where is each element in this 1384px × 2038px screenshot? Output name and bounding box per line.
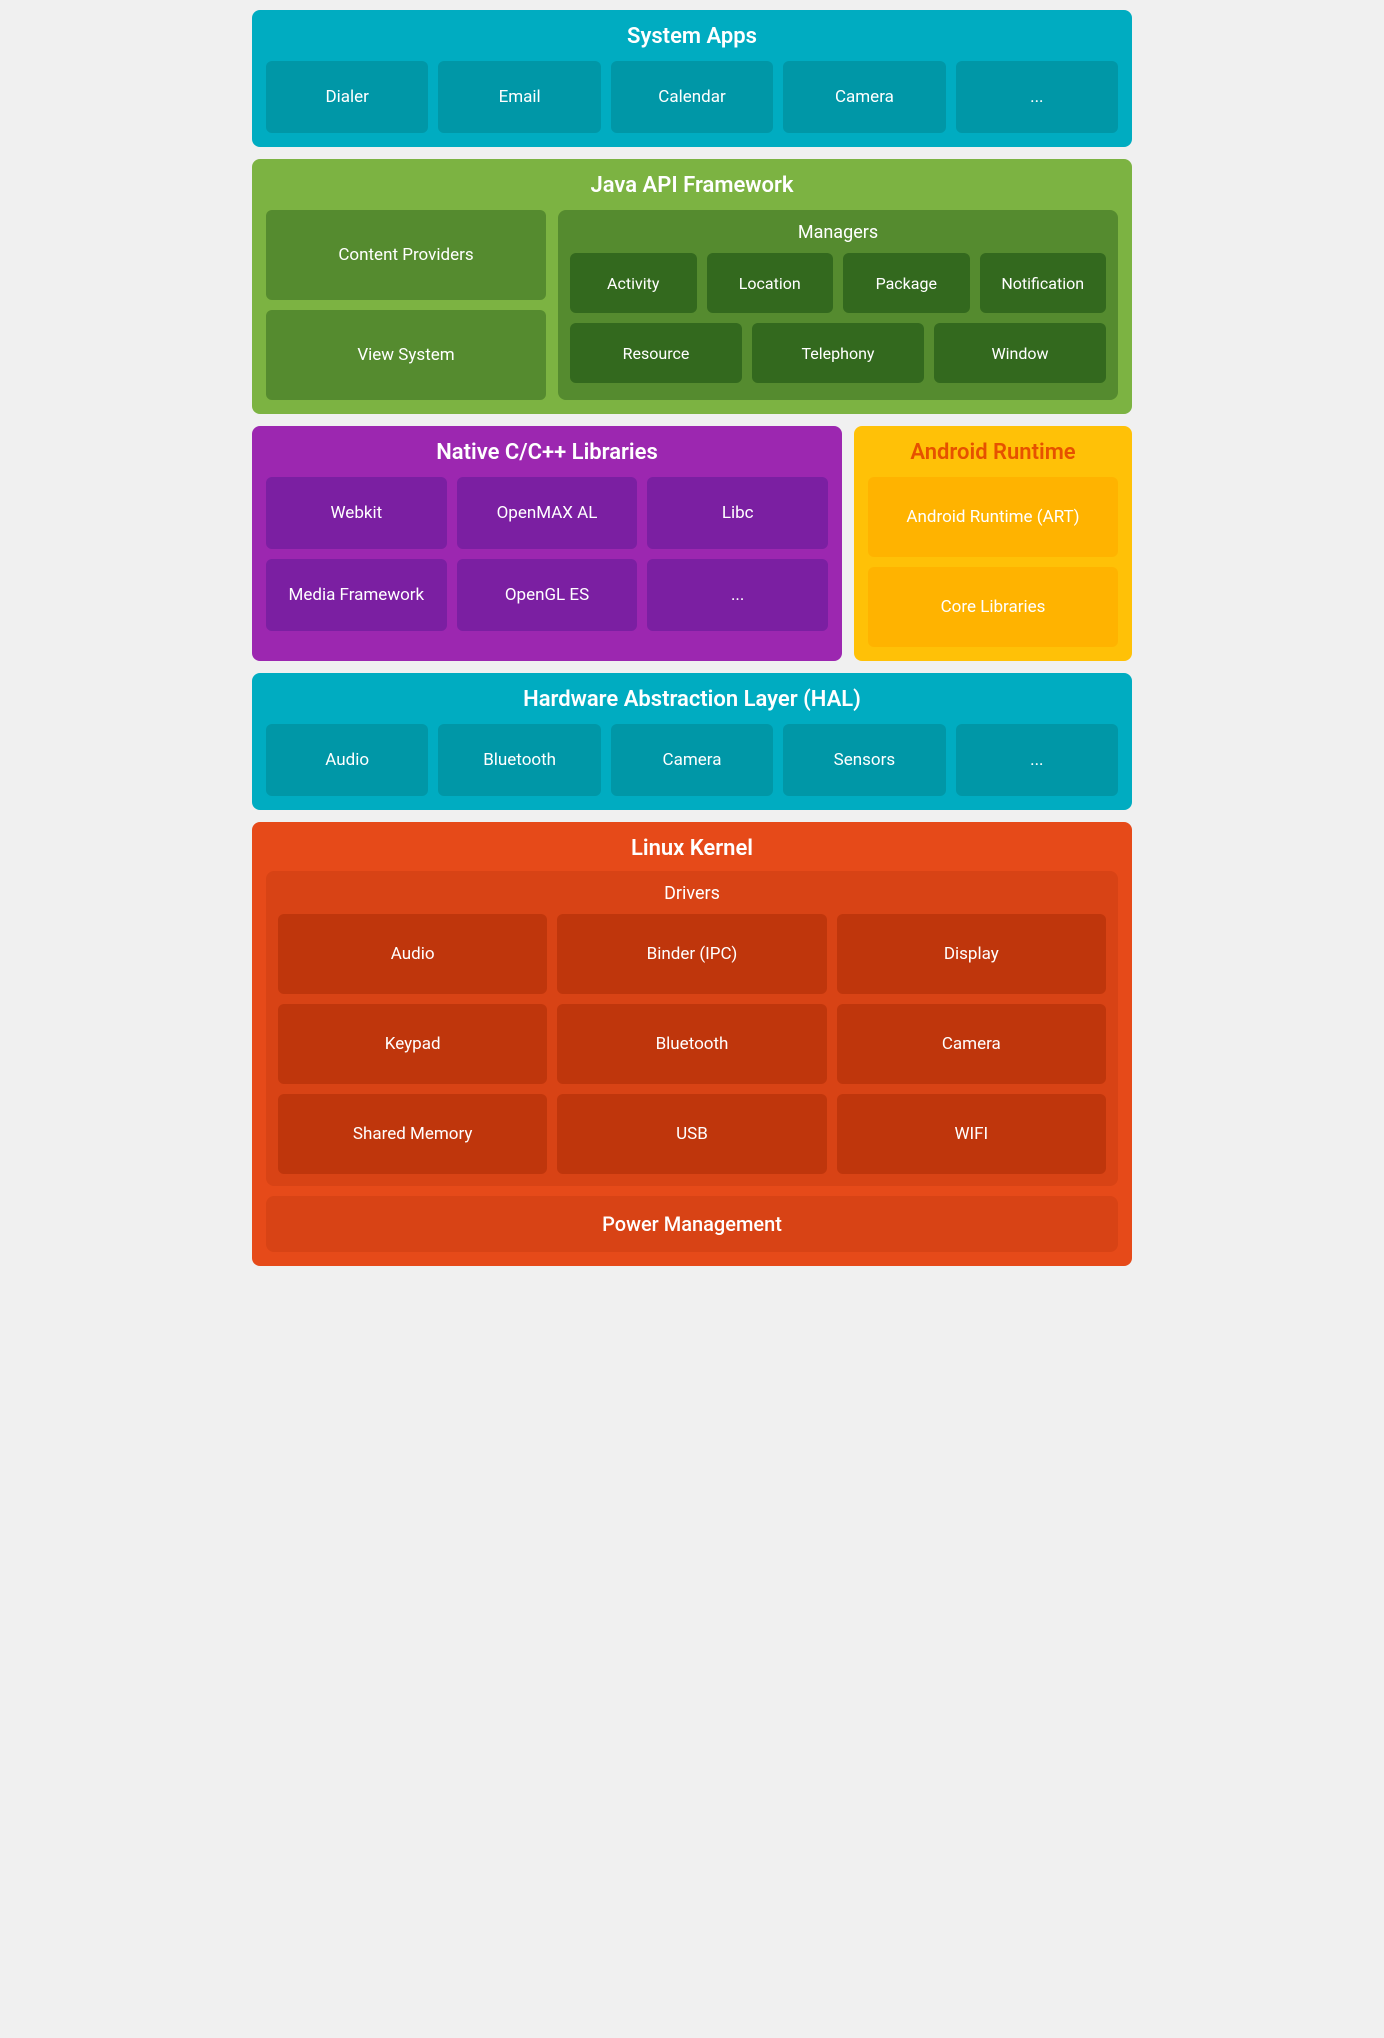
native-row-2: Media FrameworkOpenGL ES... [266,559,828,631]
native-layer: Native C/C++ Libraries WebkitOpenMAX ALL… [252,426,842,661]
native-tile: Webkit [266,477,447,549]
linux-kernel-layer: Linux Kernel Drivers AudioBinder (IPC)Di… [252,822,1132,1266]
managers-title: Managers [570,222,1106,243]
hal-layer: Hardware Abstraction Layer (HAL) AudioBl… [252,673,1132,810]
driver-tile: Display [837,914,1106,994]
native-tile: OpenMAX AL [457,477,638,549]
hal-tile: Audio [266,724,428,796]
drivers-section: Drivers AudioBinder (IPC)Display KeypadB… [266,871,1118,1186]
native-tile: ... [647,559,828,631]
native-runtime-row: Native C/C++ Libraries WebkitOpenMAX ALL… [252,426,1132,661]
power-management: Power Management [266,1196,1118,1252]
runtime-tiles: Android Runtime (ART) Core Libraries [868,477,1118,647]
native-tiles: WebkitOpenMAX ALLibc Media FrameworkOpen… [266,477,828,631]
native-tile: Media Framework [266,559,447,631]
system-apps-tiles: DialerEmailCalendarCamera... [266,61,1118,133]
system-apps-tile: Dialer [266,61,428,133]
manager-tile: Resource [570,323,742,383]
linux-kernel-title: Linux Kernel [266,836,1118,861]
java-api-layer: Java API Framework Content Providers Vie… [252,159,1132,414]
native-tile: Libc [647,477,828,549]
manager-tile: Location [707,253,834,313]
driver-tile: Keypad [278,1004,547,1084]
manager-tile: Notification [980,253,1107,313]
driver-tile: WIFI [837,1094,1106,1174]
java-api-inner: Content Providers View System Managers A… [266,210,1118,400]
system-apps-tile: Camera [783,61,945,133]
system-apps-tile: Calendar [611,61,773,133]
drivers-row-2: KeypadBluetoothCamera [278,1004,1106,1084]
drivers-row-3: Shared MemoryUSBWIFI [278,1094,1106,1174]
hal-tile: Sensors [783,724,945,796]
driver-tile: Audio [278,914,547,994]
runtime-layer: Android Runtime Android Runtime (ART) Cor… [854,426,1132,661]
runtime-tile: Core Libraries [868,567,1118,647]
hal-tile: Bluetooth [438,724,600,796]
hal-tile: Camera [611,724,773,796]
native-title: Native C/C++ Libraries [266,440,828,465]
drivers-title: Drivers [278,883,1106,904]
manager-tile: Telephony [752,323,924,383]
runtime-tile: Android Runtime (ART) [868,477,1118,557]
view-system-tile: View System [266,310,546,400]
driver-tile: Shared Memory [278,1094,547,1174]
runtime-title: Android Runtime [868,440,1118,465]
driver-tile: Binder (IPC) [557,914,826,994]
system-apps-layer: System Apps DialerEmailCalendarCamera... [252,10,1132,147]
driver-tile: Camera [837,1004,1106,1084]
managers-row-1: ActivityLocationPackageNotification [570,253,1106,313]
hal-title: Hardware Abstraction Layer (HAL) [266,687,1118,712]
managers-row-2: ResourceTelephonyWindow [570,323,1106,383]
system-apps-title: System Apps [266,24,1118,49]
drivers-grid: AudioBinder (IPC)Display KeypadBluetooth… [278,914,1106,1174]
hal-tiles: AudioBluetoothCameraSensors... [266,724,1118,796]
manager-tile: Activity [570,253,697,313]
java-api-title: Java API Framework [266,173,1118,198]
drivers-row-1: AudioBinder (IPC)Display [278,914,1106,994]
driver-tile: Bluetooth [557,1004,826,1084]
manager-tile: Package [843,253,970,313]
driver-tile: USB [557,1094,826,1174]
system-apps-tile: ... [956,61,1118,133]
java-api-left: Content Providers View System [266,210,546,400]
manager-tile: Window [934,323,1106,383]
managers-container: Managers ActivityLocationPackageNotifica… [558,210,1118,400]
native-tile: OpenGL ES [457,559,638,631]
hal-tile: ... [956,724,1118,796]
native-row-1: WebkitOpenMAX ALLibc [266,477,828,549]
content-providers-tile: Content Providers [266,210,546,300]
system-apps-tile: Email [438,61,600,133]
